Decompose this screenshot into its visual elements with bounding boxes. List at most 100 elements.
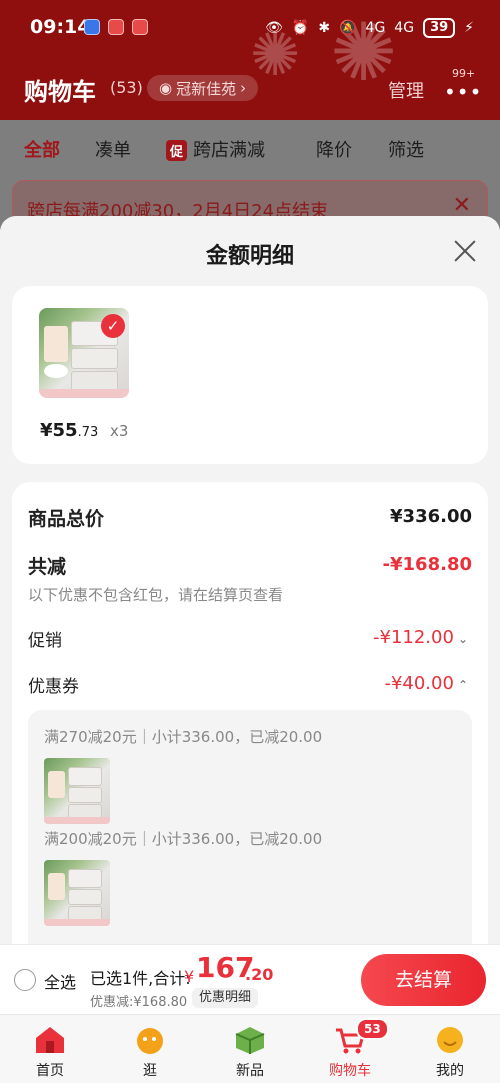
signal-label: 4G [394, 20, 415, 36]
drawer-shape [71, 347, 119, 370]
status-time: 09:14 [30, 16, 91, 38]
nav-item-browse[interactable]: 逛 [100, 1015, 200, 1083]
mute-icon: 🔕 [339, 20, 357, 36]
chevron-right-icon: › [240, 79, 247, 97]
select-all-label[interactable]: 全选 [44, 969, 76, 993]
cart-header: ✺ ✺ 09:14 👁 ⏰ ✱ 🔕 4G 4G 39 ⚡ 购物车 (53) ◉ … [0, 0, 500, 120]
drawer-shape [67, 869, 103, 888]
cart-badge: 53 [356, 1018, 389, 1040]
battery-icon: 39 [423, 18, 456, 38]
tab-price-drop[interactable]: 降价 [316, 136, 352, 162]
nav-label: 新品 [236, 1063, 264, 1079]
coupon-line: 满200减20元｜小计336.00，已减20.00 [44, 830, 323, 848]
bluetooth-icon: ✱ [318, 20, 331, 36]
coupon-value: -¥40.00 [384, 673, 454, 694]
close-icon[interactable] [452, 238, 478, 264]
notification-icons [84, 19, 148, 35]
total-value: ¥336.00 [390, 506, 472, 527]
promo-label: 促销 [28, 631, 62, 651]
drawer-shape [67, 767, 103, 786]
eye-icon: 👁 [265, 20, 283, 36]
nav-item-me[interactable]: 我的 [400, 1015, 500, 1083]
discount-text: 优惠减:¥168.80 [90, 995, 188, 1010]
coupon-row[interactable]: -¥40.00 ⌃ [384, 673, 468, 694]
reduce-note: 以下优惠不包含红包，请在结算页查看 [28, 586, 284, 604]
total-decimal: .20 [245, 965, 274, 984]
checkout-button[interactable]: 去结算 [361, 954, 486, 1006]
tab-bundle[interactable]: 凑单 [95, 136, 131, 162]
location-label: 冠新佳苑 [176, 79, 237, 98]
tab-all[interactable]: 全部 [24, 136, 60, 162]
selected-summary: 已选1件,合计: [90, 969, 191, 988]
nav-label: 首页 [36, 1063, 64, 1079]
amount-detail-sheet: 金额明细 ✓ ¥55.73 x3 商品总价 ¥336.00 共减 -¥168.8… [0, 216, 500, 944]
selected-items-card: ✓ ¥55.73 x3 [12, 286, 488, 464]
app-notification-icon [84, 19, 100, 35]
manage-button[interactable]: 管理 [388, 77, 424, 103]
item-price: ¥55.73 [40, 420, 98, 441]
reduce-label: 共减 [28, 556, 67, 578]
alarm-icon: ⏰ [291, 20, 310, 36]
product-badge [44, 363, 68, 379]
product-strip [44, 817, 110, 824]
promo-row[interactable]: -¥112.00 ⌄ [373, 627, 468, 648]
product-image [44, 758, 110, 824]
location-selector[interactable]: ◉ 冠新佳苑 › [147, 75, 259, 101]
reduce-value: -¥168.80 [382, 554, 472, 575]
chevron-down-icon: ⌄ [457, 632, 468, 646]
nav-label: 逛 [143, 1063, 157, 1079]
sheet-title: 金额明细 [205, 244, 294, 269]
home-icon [36, 1027, 64, 1053]
cart-count: (53) [110, 78, 143, 97]
nav-label: 购物车 [329, 1063, 371, 1079]
drawer-shape [67, 787, 103, 803]
coupon-label: 优惠券 [28, 677, 79, 697]
total-currency: ¥ [184, 967, 195, 986]
app-notification-icon [132, 19, 148, 35]
charging-icon: ⚡ [464, 20, 474, 36]
product-art [44, 860, 110, 926]
check-icon: ✓ [101, 314, 125, 338]
drawer-shape [71, 371, 119, 391]
status-right: 👁 ⏰ ✱ 🔕 4G 4G 39 ⚡ [265, 18, 474, 38]
product-strip [44, 919, 110, 926]
bottom-nav: 首页 逛 新品 53 购物车 我的 [0, 1014, 500, 1083]
signal-label: 4G [365, 20, 386, 36]
product-image[interactable]: ✓ [39, 308, 129, 398]
product-image [44, 860, 110, 926]
checkout-bar: 全选 已选1件,合计: ¥ 167 .20 优惠减:¥168.80 优惠明细 去… [0, 944, 500, 1014]
more-badge: 99+ [452, 67, 476, 80]
price-detail-card: 商品总价 ¥336.00 共减 -¥168.80 以下优惠不包含红包，请在结算页… [12, 482, 488, 944]
item-quantity: x3 [110, 422, 129, 440]
nav-label: 我的 [436, 1063, 464, 1079]
coupon-detail-box: 满270减20元｜小计336.00，已减20.00 满200减20元｜小计336… [28, 710, 472, 944]
coupon-line: 满270减20元｜小计336.00，已减20.00 [44, 728, 323, 746]
product-art [44, 758, 110, 824]
nav-item-home[interactable]: 首页 [0, 1015, 100, 1083]
product-tag [44, 326, 68, 362]
drawer-shape [67, 889, 103, 905]
close-icon[interactable]: ✕ [453, 193, 471, 218]
promo-value: -¥112.00 [373, 627, 454, 648]
discount-detail-button[interactable]: 优惠明细 [192, 988, 259, 1008]
price-main: ¥55 [40, 420, 78, 441]
more-icon[interactable]: ••• [444, 80, 482, 104]
product-tag [47, 873, 66, 900]
location-eye-icon: ◉ [159, 79, 173, 97]
chevron-up-icon: ⌃ [457, 678, 468, 692]
page-title: 购物车 [24, 78, 96, 106]
tab-cross-store[interactable]: 促跨店满减 [166, 136, 265, 162]
total-label: 商品总价 [28, 508, 105, 530]
tab-filter[interactable]: 筛选 [388, 136, 424, 162]
price-decimal: .73 [77, 425, 99, 440]
nav-item-new[interactable]: 新品 [200, 1015, 300, 1083]
tab-cross-store-label: 跨店满减 [193, 140, 266, 161]
product-strip [39, 389, 129, 398]
select-all-radio[interactable] [14, 969, 36, 991]
app-notification-icon [108, 19, 124, 35]
nav-item-cart[interactable]: 53 购物车 [300, 1015, 400, 1083]
profile-icon [437, 1027, 463, 1053]
product-tag [47, 771, 66, 798]
new-products-icon [235, 1027, 265, 1054]
status-bar: 09:14 👁 ⏰ ✱ 🔕 4G 4G 39 ⚡ [0, 0, 500, 56]
